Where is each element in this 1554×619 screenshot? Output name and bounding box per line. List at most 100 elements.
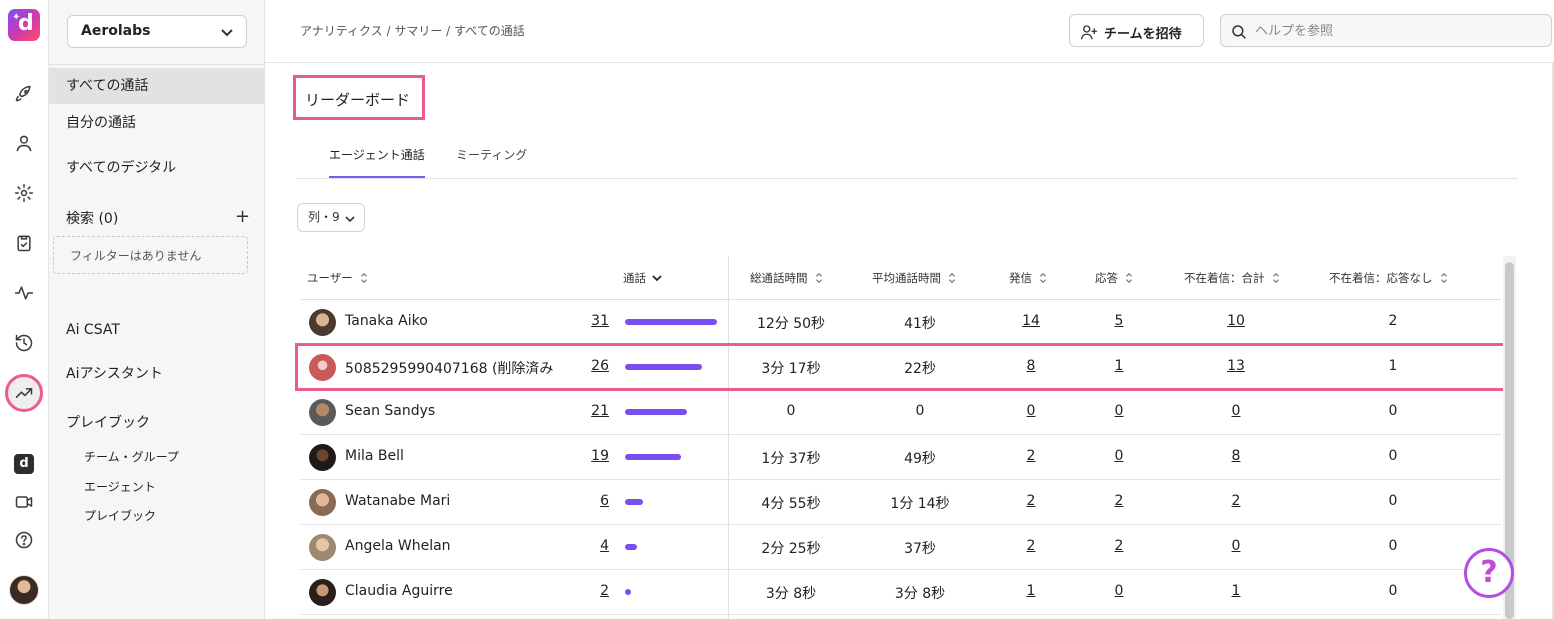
cell-missed-total[interactable]: 2 (1176, 493, 1296, 509)
table-row[interactable]: Tanaka Aiko 31 12分 50秒 41秒 14 5 10 2 (301, 300, 1501, 345)
sidebar-item-my-calls[interactable]: 自分の通話 (49, 105, 265, 141)
cell-missed-total[interactable]: 0 (1176, 403, 1296, 419)
page-title-highlight: リーダーボード (293, 75, 425, 120)
cell-missed-total[interactable]: 10 (1176, 313, 1296, 329)
breadcrumb[interactable]: アナリティクス / サマリー / すべての通話 (300, 22, 525, 39)
cell-answered[interactable]: 5 (1059, 313, 1179, 329)
sidebar-sub-agent[interactable]: エージェント (84, 478, 156, 495)
header-missed-total[interactable]: 不在着信：合計 (1184, 270, 1281, 286)
chevron-down-icon (345, 216, 355, 223)
search-icon (1230, 23, 1248, 41)
sidebar-sub-playbook[interactable]: プレイブック (84, 507, 156, 524)
calls-bar (625, 409, 687, 415)
cell-calls[interactable]: 21 (579, 403, 609, 419)
help-fab-button[interactable]: ? (1464, 548, 1514, 598)
cell-avg-duration: 3分 8秒 (894, 586, 946, 602)
clipboard-icon[interactable] (12, 231, 36, 255)
columns-button[interactable]: 列・9 (297, 203, 365, 232)
table-row[interactable]: Mila Bell 19 1分 37秒 49秒 2 0 8 0 (301, 435, 1501, 480)
saved-search-label: 検索 (0) (66, 211, 119, 227)
highlighted-row-frame (295, 343, 1507, 391)
user-icon[interactable] (12, 131, 36, 155)
sidebar-item-ai-csat[interactable]: Ai CSAT (49, 312, 265, 348)
help-search-input[interactable] (1255, 19, 1535, 43)
secondary-sidebar: Aerolabs すべての通話 自分の通話 すべてのデジタル 検索 (0) + … (49, 0, 265, 619)
cell-answered[interactable]: 0 (1059, 403, 1179, 419)
cell-missed-no-answer: 0 (1388, 403, 1398, 419)
cell-missed-no-answer: 0 (1388, 493, 1398, 509)
cell-missed-no-answer: 0 (1388, 448, 1398, 464)
org-selector[interactable]: Aerolabs (67, 15, 247, 48)
video-icon[interactable] (12, 490, 36, 514)
cell-total-duration: 12分 50秒 (756, 316, 826, 332)
invite-team-label: チームを招待 (1104, 27, 1182, 42)
cell-missed-total[interactable]: 0 (1176, 538, 1296, 554)
cell-answered[interactable]: 2 (1059, 493, 1179, 509)
add-search-icon[interactable]: + (235, 208, 250, 226)
cell-answered[interactable]: 0 (1059, 448, 1179, 464)
cell-missed-no-answer: 0 (1388, 538, 1398, 554)
header-answered[interactable]: 応答 (1095, 270, 1134, 286)
header-outbound[interactable]: 発信 (1009, 270, 1048, 286)
header-missed-no-answer[interactable]: 不在着信：応答なし (1329, 270, 1449, 286)
user-name[interactable]: Claudia Aguirre (345, 583, 453, 599)
cell-total-duration: 0 (786, 403, 796, 419)
avatar (309, 444, 336, 471)
calls-bar (625, 454, 681, 460)
tab-meetings[interactable]: ミーティング (456, 146, 527, 178)
user-avatar[interactable] (9, 575, 39, 605)
calls-bar (625, 589, 631, 595)
cell-total-duration: 1分 37秒 (761, 451, 821, 467)
table-row[interactable]: Claudia Aguirre 2 3分 8秒 3分 8秒 1 0 1 0 (301, 570, 1501, 615)
cell-calls[interactable]: 19 (579, 448, 609, 464)
cell-answered[interactable]: 0 (1059, 583, 1179, 599)
user-name[interactable]: Mila Bell (345, 448, 404, 464)
app-logo[interactable]: ✦ d (8, 9, 40, 41)
avatar (309, 399, 336, 426)
table-row[interactable]: Angela Whelan 4 2分 25秒 37秒 2 2 0 0 (301, 525, 1501, 570)
icon-rail: ✦ d d (0, 0, 49, 619)
header-calls[interactable]: 通話 (623, 270, 662, 286)
header-total-duration[interactable]: 総通話時間 (750, 270, 824, 286)
sidebar-item-playbook[interactable]: プレイブック (49, 405, 265, 441)
table-row[interactable]: Sean Sandys 21 0 0 0 0 0 0 (301, 390, 1501, 435)
avatar (309, 489, 336, 516)
user-name[interactable]: Watanabe Mari (345, 493, 450, 509)
gear-icon[interactable] (12, 181, 36, 205)
add-user-icon (1080, 23, 1098, 41)
sidebar-sub-team-group[interactable]: チーム・グループ (84, 448, 179, 465)
help-icon[interactable] (12, 528, 36, 552)
user-name[interactable]: Angela Whelan (345, 538, 451, 554)
cell-calls[interactable]: 2 (579, 583, 609, 599)
invite-team-button[interactable]: チームを招待 (1069, 14, 1204, 47)
cell-calls[interactable]: 31 (579, 313, 609, 329)
rocket-icon[interactable] (12, 82, 36, 106)
sidebar-item-all-calls[interactable]: すべての通話 (49, 68, 265, 104)
help-search[interactable] (1220, 14, 1552, 47)
sidebar-item-all-digital[interactable]: すべてのデジタル (49, 150, 265, 186)
user-name[interactable]: Sean Sandys (345, 403, 435, 419)
cell-answered[interactable]: 2 (1059, 538, 1179, 554)
tab-agent-calls[interactable]: エージェント通話 (329, 146, 425, 178)
header-user[interactable]: ユーザー (307, 270, 369, 286)
cell-missed-no-answer: 2 (1388, 313, 1398, 329)
avatar (309, 534, 336, 561)
calls-bar (625, 499, 643, 505)
cell-total-duration: 3分 8秒 (765, 586, 817, 602)
header-avg-duration[interactable]: 平均通話時間 (872, 270, 957, 286)
history-icon[interactable] (12, 331, 36, 355)
sidebar-item-ai-assistant[interactable]: Aiアシスタント (49, 356, 265, 392)
dialpad-icon[interactable]: d (14, 454, 34, 474)
avatar (309, 309, 336, 336)
cell-calls[interactable]: 4 (579, 538, 609, 554)
table-row[interactable]: Watanabe Mari 6 4分 55秒 1分 14秒 2 2 2 0 (301, 480, 1501, 525)
trend-icon[interactable] (5, 374, 43, 412)
pulse-icon[interactable] (12, 281, 36, 305)
cell-calls[interactable]: 6 (579, 493, 609, 509)
cell-missed-total[interactable]: 8 (1176, 448, 1296, 464)
chevron-down-icon (220, 25, 234, 39)
page-title: リーダーボード (305, 91, 411, 109)
user-name[interactable]: Tanaka Aiko (345, 313, 428, 329)
columns-button-label: 列・9 (308, 210, 340, 224)
cell-missed-total[interactable]: 1 (1176, 583, 1296, 599)
